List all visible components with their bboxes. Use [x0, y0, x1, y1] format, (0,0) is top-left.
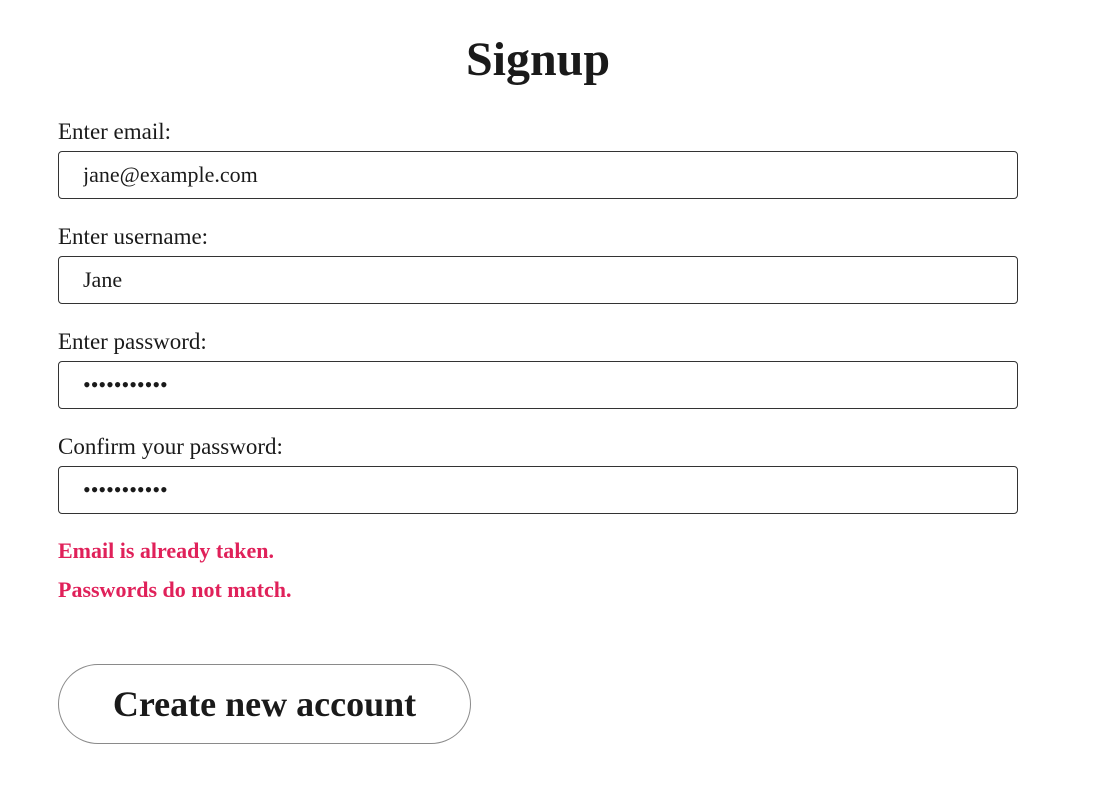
confirm-password-field[interactable]	[58, 466, 1018, 514]
password-field[interactable]	[58, 361, 1018, 409]
username-field[interactable]	[58, 256, 1018, 304]
email-field[interactable]	[58, 151, 1018, 199]
email-label: Enter email:	[58, 119, 172, 144]
password-label: Enter password:	[58, 329, 207, 354]
email-taken-error: Email is already taken.	[58, 538, 274, 563]
page-title: Signup	[465, 33, 611, 86]
username-label: Enter username:	[58, 224, 209, 249]
create-account-button[interactable]: Create new account	[58, 664, 471, 744]
confirm-password-label: Confirm your password:	[58, 434, 283, 459]
password-mismatch-error: Passwords do not match.	[58, 577, 292, 602]
